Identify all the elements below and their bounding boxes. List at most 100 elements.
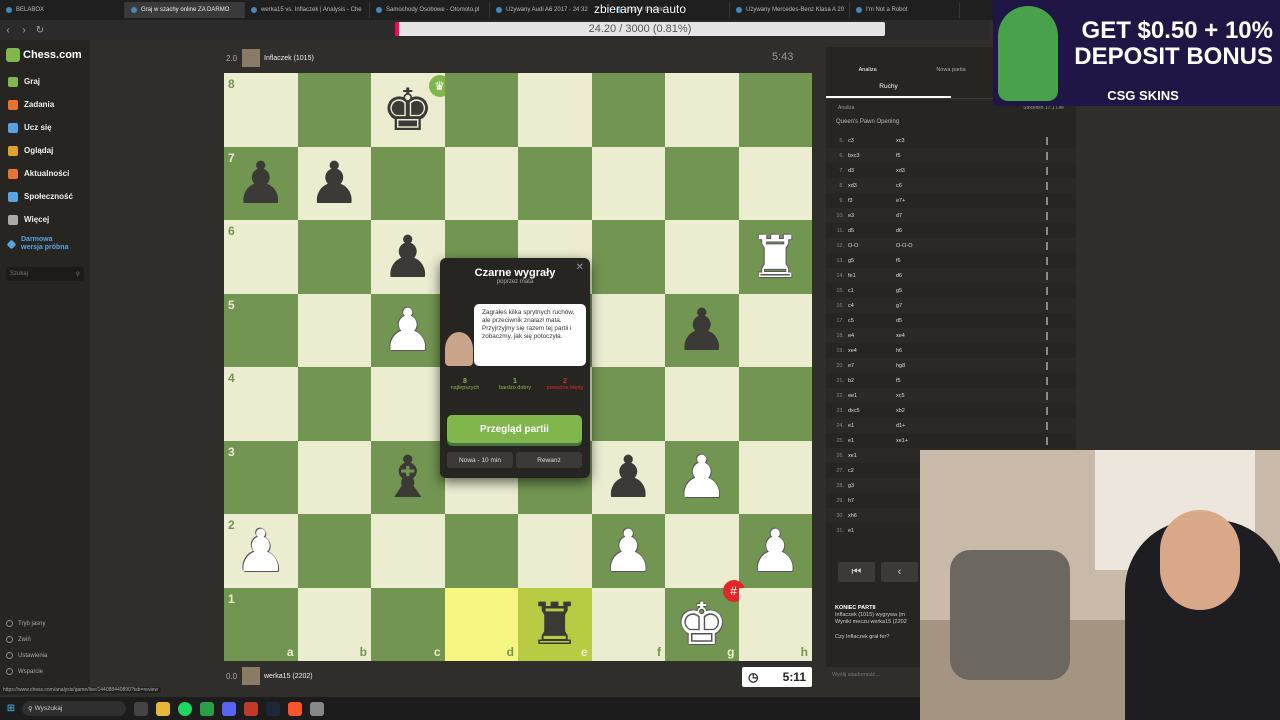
black-move[interactable]: d5 bbox=[896, 318, 944, 324]
white-move[interactable]: bxc3 bbox=[848, 153, 896, 159]
square-c2[interactable] bbox=[371, 514, 445, 588]
sidebar-item-4[interactable]: Aktualności bbox=[0, 162, 90, 185]
white-move[interactable]: e4 bbox=[848, 333, 896, 339]
black-pawn[interactable]: ♟ bbox=[602, 448, 654, 506]
taskbar-search[interactable]: ⚲ Wyszukaj bbox=[22, 701, 126, 716]
sidebar-bottom-item[interactable]: Tryb jasny bbox=[6, 620, 45, 627]
black-move[interactable]: hg8 bbox=[896, 363, 944, 369]
square-e1[interactable]: e ♜ bbox=[518, 587, 592, 661]
bottom-player-name[interactable]: werka15 (2202) bbox=[264, 673, 313, 680]
square-d7[interactable] bbox=[444, 146, 518, 220]
square-g3[interactable]: ♟ bbox=[665, 440, 739, 514]
black-move[interactable]: d6 bbox=[896, 273, 944, 279]
task-view-icon[interactable] bbox=[134, 701, 148, 716]
square-e8[interactable] bbox=[518, 73, 592, 147]
chrome-icon[interactable] bbox=[200, 701, 214, 716]
black-move[interactable]: f5 bbox=[896, 153, 944, 159]
obs-icon[interactable] bbox=[244, 701, 258, 716]
first-move-button[interactable]: ⏮ bbox=[838, 562, 875, 582]
white-move[interactable]: d5 bbox=[848, 228, 896, 234]
white-move[interactable]: c2 bbox=[848, 468, 896, 474]
black-rook[interactable]: ♜ bbox=[529, 595, 581, 653]
browser-tab[interactable]: Używany Mercedes-Benz Klasa A 20 bbox=[730, 2, 850, 18]
square-f6[interactable] bbox=[591, 220, 665, 294]
white-move[interactable]: xh6 bbox=[848, 513, 896, 519]
browser-tab[interactable]: Samochody Osobowe - Otomoto.pl bbox=[370, 2, 490, 18]
panel-subtab[interactable]: Ruchy bbox=[826, 77, 951, 98]
black-move[interactable]: xc3 bbox=[896, 138, 944, 144]
browser-tab[interactable]: I'm Not a Robot bbox=[850, 2, 960, 18]
reload-icon[interactable]: ↻ bbox=[32, 25, 48, 36]
square-f8[interactable] bbox=[591, 73, 665, 147]
white-move[interactable]: g3 bbox=[848, 483, 896, 489]
square-c7[interactable] bbox=[371, 146, 445, 220]
square-c4[interactable] bbox=[371, 367, 445, 441]
square-h7[interactable] bbox=[738, 146, 812, 220]
black-pawn[interactable]: ♟ bbox=[308, 154, 360, 212]
sidebar-bottom-item[interactable]: Zwiń bbox=[6, 636, 31, 643]
browser-tab[interactable]: Graj w szachy online ZA DARMO bbox=[125, 2, 245, 18]
black-move[interactable]: d7 bbox=[896, 213, 944, 219]
square-h3[interactable] bbox=[738, 440, 812, 514]
square-h6[interactable]: ♜ bbox=[738, 220, 812, 294]
square-b7[interactable]: ♟ bbox=[297, 146, 371, 220]
sidebar-item-3[interactable]: Oglądaj bbox=[0, 139, 90, 162]
white-move[interactable]: e1 bbox=[848, 438, 896, 444]
square-c6[interactable]: ♟ bbox=[371, 220, 445, 294]
sidebar-item-0[interactable]: Graj bbox=[0, 70, 90, 93]
white-move[interactable]: xe1 bbox=[848, 453, 896, 459]
white-move[interactable]: dxc5 bbox=[848, 408, 896, 414]
square-b1[interactable]: b bbox=[297, 587, 371, 661]
sidebar-bottom-item[interactable]: Ustawienia bbox=[6, 652, 47, 659]
rematch-button[interactable]: Rewanż bbox=[516, 452, 582, 468]
square-h2[interactable]: ♟ bbox=[738, 514, 812, 588]
white-move[interactable]: ee1 bbox=[848, 393, 896, 399]
steam-icon[interactable] bbox=[266, 701, 280, 716]
square-b4[interactable] bbox=[297, 367, 371, 441]
square-a6[interactable]: 6 bbox=[224, 220, 298, 294]
square-e2[interactable] bbox=[518, 514, 592, 588]
avatar[interactable] bbox=[242, 49, 260, 67]
sidebar-item-6[interactable]: Więcej bbox=[0, 208, 90, 231]
square-f5[interactable] bbox=[591, 293, 665, 367]
sidebar-item-2[interactable]: Ucz się bbox=[0, 116, 90, 139]
avatar[interactable] bbox=[242, 667, 260, 685]
square-f7[interactable] bbox=[591, 146, 665, 220]
square-a1[interactable]: 1a bbox=[224, 587, 298, 661]
square-b8[interactable] bbox=[297, 73, 371, 147]
new-game-button[interactable]: Nowa - 10 min bbox=[447, 452, 513, 468]
black-move[interactable]: d6 bbox=[896, 228, 944, 234]
black-pawn[interactable]: ♟ bbox=[235, 154, 287, 212]
top-player-name[interactable]: Inflaczek (1015) bbox=[264, 55, 314, 62]
square-b3[interactable] bbox=[297, 440, 371, 514]
white-move[interactable]: O-O bbox=[848, 243, 896, 249]
game-review-button[interactable]: Przegląd partii bbox=[447, 415, 582, 443]
square-d1[interactable]: d bbox=[444, 587, 518, 661]
square-f2[interactable]: ♟ bbox=[591, 514, 665, 588]
sidebar-item-1[interactable]: Zadania bbox=[0, 93, 90, 116]
windows-start-icon[interactable]: ⊞ bbox=[0, 703, 22, 714]
square-a5[interactable]: 5 bbox=[224, 293, 298, 367]
white-move[interactable]: d3 bbox=[848, 168, 896, 174]
white-move[interactable]: c1 bbox=[848, 288, 896, 294]
settings-icon[interactable] bbox=[310, 701, 324, 716]
black-move[interactable]: xd3 bbox=[896, 168, 944, 174]
square-a4[interactable]: 4 bbox=[224, 367, 298, 441]
white-move[interactable]: c5 bbox=[848, 318, 896, 324]
white-move[interactable]: xd3 bbox=[848, 183, 896, 189]
square-g6[interactable] bbox=[665, 220, 739, 294]
square-g5[interactable]: ♟ bbox=[665, 293, 739, 367]
white-move[interactable]: e7 bbox=[848, 363, 896, 369]
white-move[interactable]: e1 bbox=[848, 528, 896, 534]
square-a3[interactable]: 3 bbox=[224, 440, 298, 514]
search-input[interactable]: Szukaj ⚲ bbox=[6, 267, 84, 281]
square-g8[interactable] bbox=[665, 73, 739, 147]
black-move[interactable]: g7 bbox=[896, 303, 944, 309]
square-b2[interactable] bbox=[297, 514, 371, 588]
square-f4[interactable] bbox=[591, 367, 665, 441]
square-c1[interactable]: c bbox=[371, 587, 445, 661]
black-king[interactable]: ♚ bbox=[382, 81, 434, 139]
square-h1[interactable]: h bbox=[738, 587, 812, 661]
square-b5[interactable] bbox=[297, 293, 371, 367]
brave-icon[interactable] bbox=[288, 701, 302, 716]
